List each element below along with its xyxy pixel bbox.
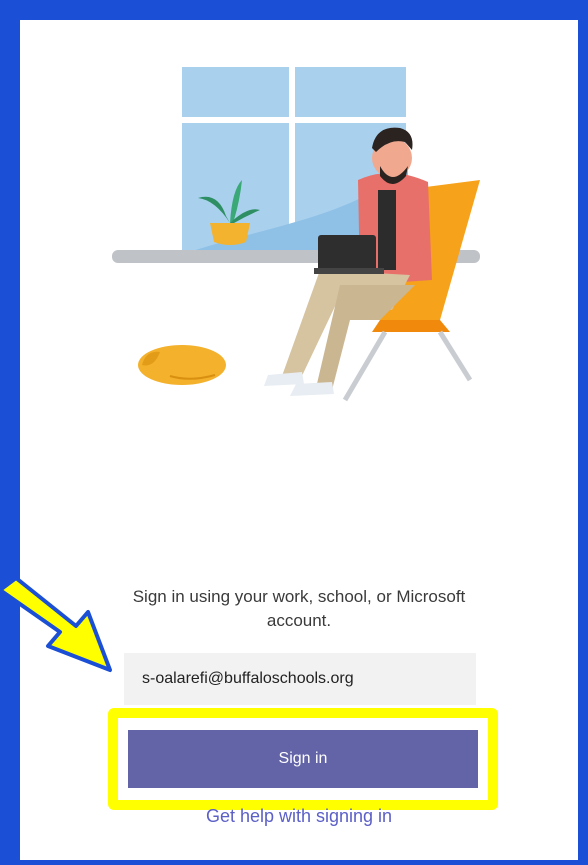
sign-in-button[interactable]: Sign in	[128, 730, 478, 788]
email-field[interactable]: s-oalarefi@buffaloschools.org	[124, 653, 476, 705]
arrow-annotation-icon	[0, 576, 112, 672]
welcome-illustration	[112, 63, 480, 402]
signin-panel: Sign in using your work, school, or Micr…	[20, 20, 578, 860]
help-signing-in-link[interactable]: Get help with signing in	[20, 806, 578, 827]
